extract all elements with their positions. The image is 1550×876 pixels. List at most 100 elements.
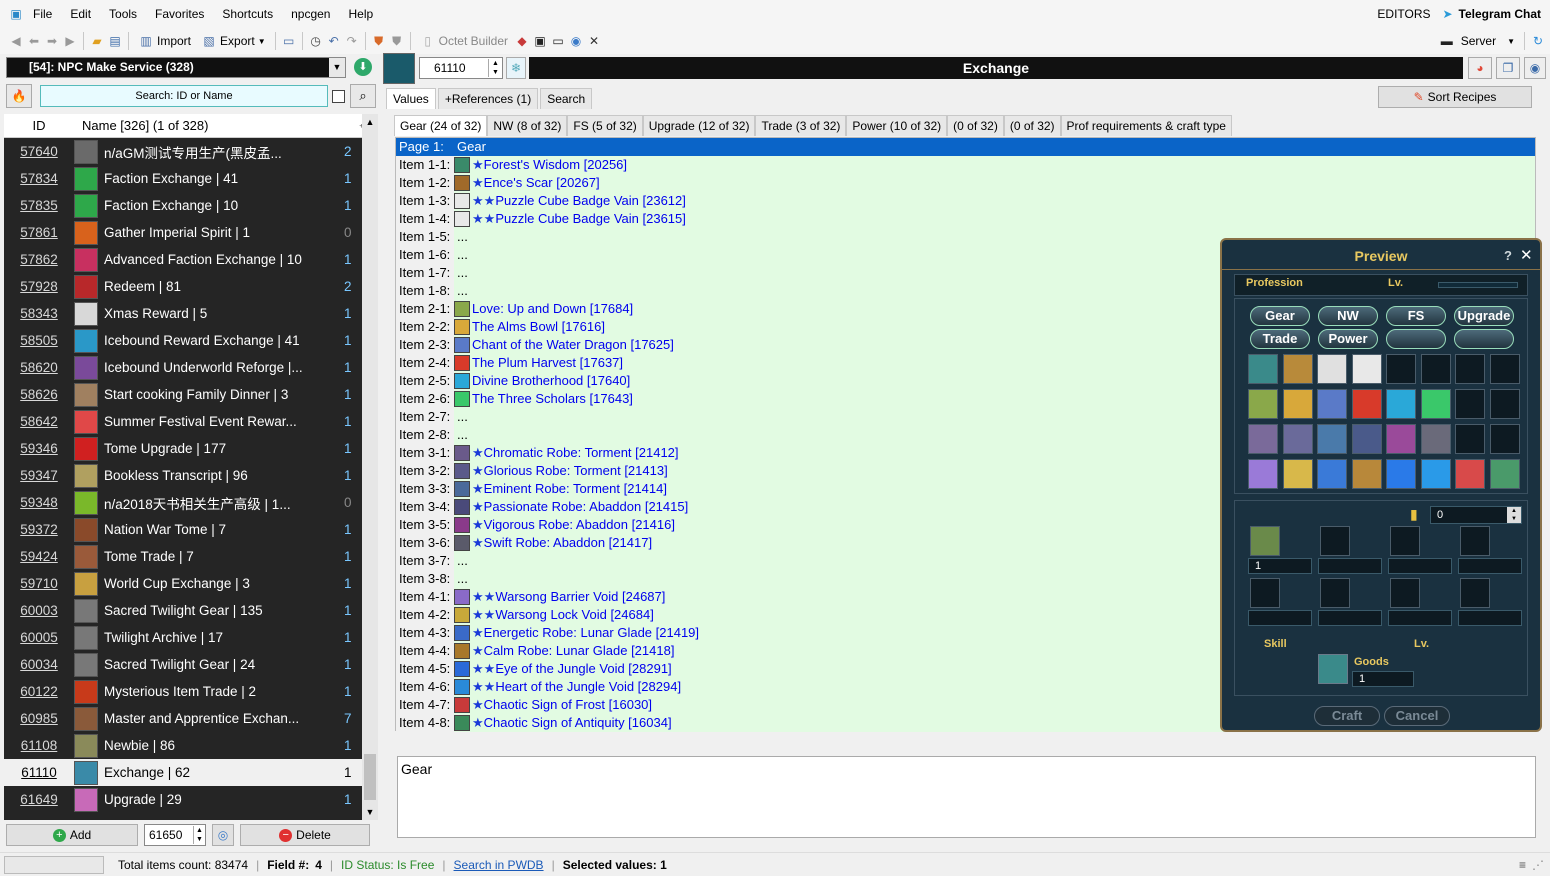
tools-icon[interactable]: ✕ xyxy=(586,33,602,49)
recipe-slot[interactable] xyxy=(1386,389,1416,419)
list-item[interactable]: 59348 n/a2018天书相关生产高级 | 1... 0 xyxy=(4,489,378,516)
list-item-id[interactable]: 58642 xyxy=(4,414,74,429)
list-item[interactable]: 58505 Icebound Reward Exchange | 41 1 xyxy=(4,327,378,354)
menu-item[interactable]: File xyxy=(24,0,61,28)
spinner-arrows-icon[interactable]: ▲ ▼ xyxy=(1507,507,1521,523)
color-wheel-icon[interactable]: ◕ xyxy=(1468,57,1492,79)
recipe-slot[interactable] xyxy=(1455,389,1485,419)
cancel-button[interactable]: Cancel xyxy=(1384,706,1450,726)
list-item[interactable]: 57640 n/aGM测试专用生产(黑皮孟... 2 xyxy=(4,138,378,165)
craft-button[interactable]: Craft xyxy=(1314,706,1380,726)
menu-item[interactable]: npcgen xyxy=(282,0,339,28)
recipe-slot[interactable] xyxy=(1420,424,1451,454)
list-item[interactable]: 58620 Icebound Underworld Reforge |... 1 xyxy=(4,354,378,381)
material-slot[interactable] xyxy=(1250,578,1280,608)
list-item-id[interactable]: 60005 xyxy=(4,630,74,645)
search-icon[interactable]: ⌕ xyxy=(350,84,376,108)
main-tab[interactable]: Search xyxy=(540,88,593,109)
list-item-id[interactable]: 59372 xyxy=(4,522,74,537)
recipe-slot[interactable] xyxy=(1455,459,1485,489)
material-slot[interactable] xyxy=(1320,578,1350,608)
list-item-id[interactable]: 60985 xyxy=(4,711,74,726)
telegram-chat-link[interactable]: Telegram Chat xyxy=(1456,0,1550,28)
recipe-slot[interactable] xyxy=(1351,354,1382,384)
list-item[interactable]: 57862 Advanced Faction Exchange | 10 1 xyxy=(4,246,378,273)
recipe-slot[interactable] xyxy=(1386,459,1416,489)
spinner-arrows-icon[interactable]: ▲ ▼ xyxy=(193,826,205,844)
item-value[interactable]: ★★ Puzzle Cube Badge Vain [23615] xyxy=(454,209,1535,228)
fire-icon[interactable]: 🔥 xyxy=(6,84,32,108)
menu-item[interactable]: Edit xyxy=(61,0,100,28)
list-item-id[interactable]: 57861 xyxy=(4,225,74,240)
recipe-slot[interactable] xyxy=(1282,354,1313,384)
record-id-spinner[interactable]: 61110 ▲ ▼ xyxy=(419,57,503,79)
preview-tab[interactable]: Gear xyxy=(1250,306,1310,326)
recipe-slot[interactable] xyxy=(1489,389,1520,419)
item-row[interactable]: Item 1-1: ★ Forest's Wisdom [20256] xyxy=(396,155,1535,174)
search-input[interactable]: Search: ID or Name xyxy=(40,85,328,107)
list-item-id[interactable]: 60034 xyxy=(4,657,74,672)
list-item[interactable]: 59710 World Cup Exchange | 31 xyxy=(4,570,378,597)
window-icon[interactable]: ▭ xyxy=(550,33,566,49)
list-item-id[interactable]: 61649 xyxy=(4,792,74,807)
menu-item[interactable]: Favorites xyxy=(146,0,213,28)
preview-tab[interactable]: Upgrade xyxy=(1454,306,1514,326)
recipe-slot[interactable] xyxy=(1386,424,1416,454)
view-icon[interactable]: ▭ xyxy=(281,33,297,49)
list-item-id[interactable]: 57928 xyxy=(4,279,74,294)
list-item-id[interactable]: 59424 xyxy=(4,549,74,564)
preview-tab[interactable]: Power xyxy=(1318,329,1378,349)
category-tab[interactable]: Trade (3 of 32) xyxy=(755,115,847,136)
forward-icon[interactable]: ▶ xyxy=(62,33,78,49)
search-pwdb-link[interactable]: Search in PWDB xyxy=(454,858,544,872)
description-textarea[interactable]: Gear xyxy=(397,756,1536,838)
item-row[interactable]: Item 1-2: ★ Ence's Scar [20267] xyxy=(396,173,1535,192)
column-id[interactable]: ID xyxy=(4,118,74,133)
recipe-slot[interactable] xyxy=(1420,459,1451,489)
scroll-down-icon[interactable]: ▼ xyxy=(362,804,378,820)
list-item[interactable]: 59424 Tome Trade | 71 xyxy=(4,543,378,570)
recipe-slot[interactable] xyxy=(1317,389,1347,419)
list-item-id[interactable]: 57640 xyxy=(4,144,74,159)
main-tab[interactable]: Values xyxy=(386,88,436,109)
resize-grip-icon[interactable]: ⋰ xyxy=(1532,858,1544,872)
list-item[interactable]: 57834 Faction Exchange | 41 1 xyxy=(4,165,378,192)
category-tab[interactable]: Gear (24 of 32) xyxy=(394,115,488,136)
save-icon[interactable]: ▤ xyxy=(107,33,123,49)
menu-item[interactable]: Help xyxy=(339,0,382,28)
import-button[interactable]: ▥ Import xyxy=(134,30,195,52)
export-button[interactable]: ▧ Export ▼ xyxy=(197,30,270,52)
colors-icon[interactable]: ◆ xyxy=(514,33,530,49)
octet-builder-button[interactable]: ▯ Octet Builder xyxy=(416,30,512,52)
recipe-slot[interactable] xyxy=(1282,424,1313,454)
material-slot[interactable] xyxy=(1390,526,1420,556)
list-item-id[interactable]: 59347 xyxy=(4,468,74,483)
recipe-slot[interactable] xyxy=(1420,389,1451,419)
material-slot[interactable] xyxy=(1460,526,1490,556)
recipe-slot[interactable] xyxy=(1248,354,1278,384)
page-row[interactable]: Page 1: Gear xyxy=(396,137,1535,156)
list-item-id[interactable]: 60122 xyxy=(4,684,74,699)
item-value[interactable]: ★ Ence's Scar [20267] xyxy=(454,173,1535,192)
help-icon[interactable]: ? xyxy=(1504,248,1512,263)
list-item[interactable]: 59346 Tome Upgrade | 177 1 xyxy=(4,435,378,462)
recipe-slot[interactable] xyxy=(1317,424,1347,454)
forward-arrow-icon[interactable]: ➡ xyxy=(44,33,60,49)
recipe-slot[interactable] xyxy=(1455,354,1485,384)
list-item-id[interactable]: 58505 xyxy=(4,333,74,348)
list-item-id[interactable]: 60003 xyxy=(4,603,74,618)
category-tab[interactable]: FS (5 of 32) xyxy=(567,115,643,136)
item-value[interactable]: ★ Forest's Wisdom [20256] xyxy=(454,155,1535,174)
shield-icon[interactable]: ⛊ xyxy=(371,33,387,49)
preview-tab[interactable]: Trade xyxy=(1250,329,1310,349)
download-icon[interactable]: ⬇ xyxy=(354,58,372,76)
folder-icon[interactable]: ▰ xyxy=(89,33,105,49)
material-slot[interactable] xyxy=(1390,578,1420,608)
list-item[interactable]: 58642 Summer Festival Event Rewar... 1 xyxy=(4,408,378,435)
list-item[interactable]: 61110 Exchange | 62 1 xyxy=(4,759,378,786)
recipe-slot[interactable] xyxy=(1386,354,1416,384)
list-item[interactable]: 61108 Newbie | 86 1 xyxy=(4,732,378,759)
list-item[interactable]: 57928 Redeem | 81 2 xyxy=(4,273,378,300)
recipe-slot[interactable] xyxy=(1351,459,1382,489)
category-tab[interactable]: Upgrade (12 of 32) xyxy=(642,115,756,136)
